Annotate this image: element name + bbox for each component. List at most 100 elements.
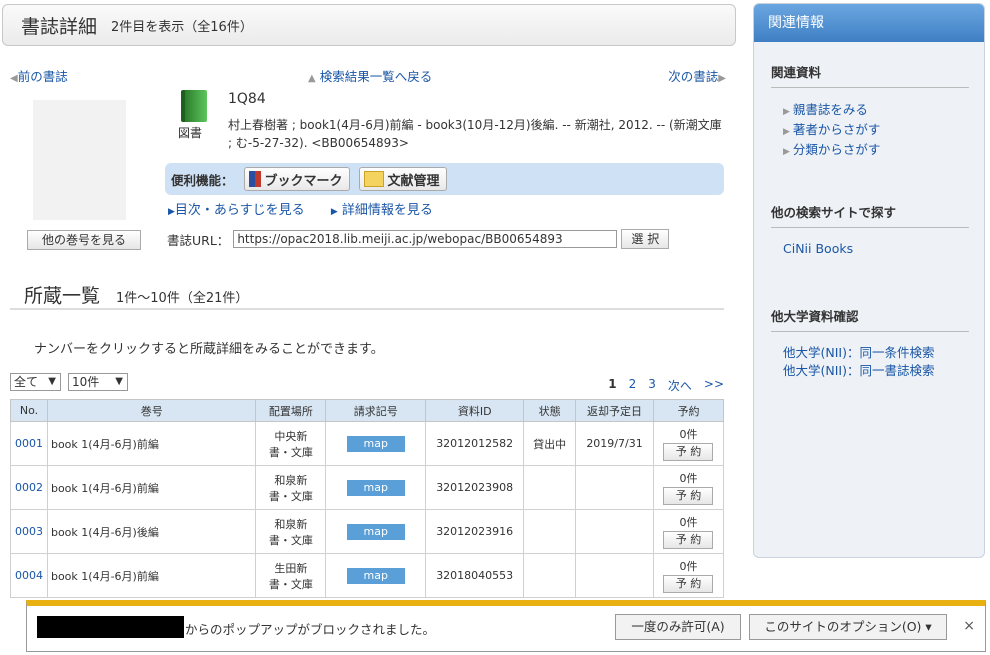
- status-cell: [523, 509, 577, 554]
- last-page-link[interactable]: >>: [704, 377, 724, 394]
- toc-link[interactable]: 目次・あらすじを見る: [175, 203, 305, 218]
- reserve-cell: 0件予 約: [652, 553, 725, 598]
- item-number-link[interactable]: 0002: [15, 481, 43, 494]
- sidebar-item-parent[interactable]: ▶ 親書誌をみる: [783, 101, 969, 121]
- triangle-up-icon: ▲: [308, 73, 316, 84]
- sidebar-item-label[interactable]: 親書誌をみる: [793, 102, 868, 117]
- page-header: 書誌詳細 2件目を表示（全16件）: [2, 4, 736, 46]
- col-location: 配置場所: [255, 399, 327, 422]
- item-number-link[interactable]: 0004: [15, 569, 43, 582]
- sidebar-item-label[interactable]: 他大学(NII)：同一書誌検索: [783, 363, 934, 378]
- sidebar-item-classification[interactable]: ▶ 分類からさがす: [783, 141, 969, 161]
- detail-info-link[interactable]: 詳細情報を見る: [342, 203, 433, 218]
- location-line2: 書・文庫: [268, 577, 313, 591]
- call-number-cell: map: [325, 553, 427, 598]
- prev-record-link[interactable]: ◀前の書誌: [10, 66, 68, 85]
- prev-record-label[interactable]: 前の書誌: [18, 69, 68, 84]
- holdings-table: No. 巻号 配置場所 請求記号 資料ID 状態 返却予定日 予約 0001 b…: [10, 399, 725, 598]
- table-row: 0001 book 1(4月-6月)前編 中央新 書・文庫 map 3201201…: [10, 421, 725, 466]
- sidebar-title: 関連情報: [754, 4, 984, 42]
- page-2-link[interactable]: 2: [629, 377, 637, 394]
- record-url-row: 書誌URL： https://opac2018.lib.meiji.ac.jp/…: [167, 229, 670, 249]
- dropdown-arrow-icon: ▼: [115, 376, 123, 387]
- sidebar-item-author[interactable]: ▶ 著者からさがす: [783, 121, 969, 141]
- other-sites-section: 他の検索サイトで探す CiNii Books: [771, 202, 969, 258]
- page-title: 書誌詳細: [21, 15, 98, 38]
- location-cell: 生田新 書・文庫: [255, 553, 327, 598]
- sidebar-item-nii-condition[interactable]: 他大学(NII)：同一条件検索: [783, 344, 969, 362]
- item-id-cell: 32012023908: [425, 465, 525, 510]
- table-row: 0003 book 1(4月-6月)後編 和泉新 書・文庫 map 3201202…: [10, 509, 725, 554]
- pagination: 1 2 3 次へ >>: [608, 377, 724, 394]
- bookmark-label: ブックマーク: [264, 173, 343, 189]
- reserve-button[interactable]: 予 約: [663, 487, 714, 505]
- item-number-cell: 0001: [10, 421, 48, 466]
- location-cell: 和泉新 書・文庫: [255, 509, 327, 554]
- tools-label: 便利機能：: [171, 172, 234, 188]
- reserve-count: 0件: [679, 428, 698, 441]
- item-id-cell: 32012012582: [425, 421, 525, 466]
- arrow-right-icon: ▶: [168, 207, 175, 217]
- per-page-select[interactable]: 10件 ▼: [68, 373, 128, 391]
- map-button[interactable]: map: [346, 567, 405, 584]
- popup-blocked-message: からのポップアップがブロックされました。: [185, 622, 436, 637]
- volume-cell: book 1(4月-6月)前編: [46, 421, 257, 466]
- next-record-link[interactable]: 次の書誌▶: [668, 66, 726, 85]
- item-number-link[interactable]: 0001: [15, 437, 43, 450]
- call-number-cell: map: [325, 465, 427, 510]
- item-number-cell: 0003: [10, 509, 48, 554]
- page-3-link[interactable]: 3: [648, 377, 656, 394]
- redacted-site-name: [37, 616, 184, 638]
- divider: [10, 308, 724, 310]
- holdings-hint: ナンバーをクリックすると所蔵詳細をみることができます。: [34, 342, 384, 357]
- reserve-count: 0件: [679, 560, 698, 573]
- next-page-link[interactable]: 次へ: [668, 377, 692, 394]
- item-number-link[interactable]: 0003: [15, 525, 43, 538]
- map-button[interactable]: map: [346, 523, 405, 540]
- reserve-cell: 0件予 約: [652, 421, 725, 466]
- next-record-label[interactable]: 次の書誌: [668, 69, 718, 84]
- reserve-button[interactable]: 予 約: [663, 443, 714, 461]
- related-materials-section: 関連資料 ▶ 親書誌をみる ▶ 著者からさがす ▶ 分類からさがす: [771, 62, 969, 161]
- sidebar-item-cinii[interactable]: CiNii Books: [783, 240, 969, 258]
- bullet-icon: ▶: [783, 127, 790, 137]
- sidebar-item-nii-record[interactable]: 他大学(NII)：同一書誌検索: [783, 362, 969, 380]
- other-univ-heading: 他大学資料確認: [771, 306, 969, 332]
- reserve-cell: 0件予 約: [652, 465, 725, 510]
- reference-manager-label: 文献管理: [387, 173, 440, 189]
- other-volumes-button[interactable]: 他の巻号を見る: [27, 230, 141, 250]
- page-1: 1: [608, 377, 617, 391]
- reserve-cell: 0件予 約: [652, 509, 725, 554]
- site-options-button[interactable]: このサイトのオプション(O) ▾: [749, 614, 947, 640]
- col-reserve: 予約: [652, 399, 725, 422]
- back-to-results-label[interactable]: 検索結果一覧へ戻る: [320, 69, 433, 84]
- status-cell: [523, 553, 577, 598]
- sidebar-item-label[interactable]: 分類からさがす: [793, 142, 881, 157]
- map-button[interactable]: map: [346, 435, 405, 452]
- bullet-icon: ▶: [783, 147, 790, 157]
- record-url-field[interactable]: https://opac2018.lib.meiji.ac.jp/webopac…: [233, 230, 618, 248]
- reserve-button[interactable]: 予 約: [663, 531, 714, 549]
- other-univ-section: 他大学資料確認 他大学(NII)：同一条件検索 他大学(NII)：同一書誌検索: [771, 306, 969, 380]
- sidebar-item-label[interactable]: 著者からさがす: [793, 122, 881, 137]
- close-icon[interactable]: ×: [963, 618, 975, 634]
- item-id-cell: 32018040553: [425, 553, 525, 598]
- reference-manager-button[interactable]: 文献管理: [358, 167, 447, 191]
- bookmark-button[interactable]: ブックマーク: [243, 167, 350, 191]
- sidebar-item-label[interactable]: CiNii Books: [783, 241, 853, 256]
- map-button[interactable]: map: [346, 479, 405, 496]
- sidebar-item-label[interactable]: 他大学(NII)：同一条件検索: [783, 345, 934, 360]
- holdings-header: 所蔵一覧 1件～10件（全21件）: [24, 281, 248, 308]
- book-thumbnail: [33, 100, 126, 220]
- call-number-cell: map: [325, 509, 427, 554]
- select-url-button[interactable]: 選 択: [621, 229, 670, 249]
- allow-once-button[interactable]: 一度のみ許可(A): [615, 614, 741, 640]
- location-line2: 書・文庫: [268, 445, 313, 459]
- related-info-sidebar: 関連情報 関連資料 ▶ 親書誌をみる ▶ 著者からさがす ▶ 分類からさがす 他の検索…: [753, 3, 985, 558]
- reserve-button[interactable]: 予 約: [663, 575, 714, 593]
- filter-select[interactable]: 全て ▼: [10, 373, 61, 391]
- bookmark-icon: [248, 171, 261, 187]
- item-id-cell: 32012023916: [425, 509, 525, 554]
- back-to-results-link[interactable]: ▲ 検索結果一覧へ戻る: [308, 66, 432, 85]
- location-line1: 和泉新: [274, 473, 308, 487]
